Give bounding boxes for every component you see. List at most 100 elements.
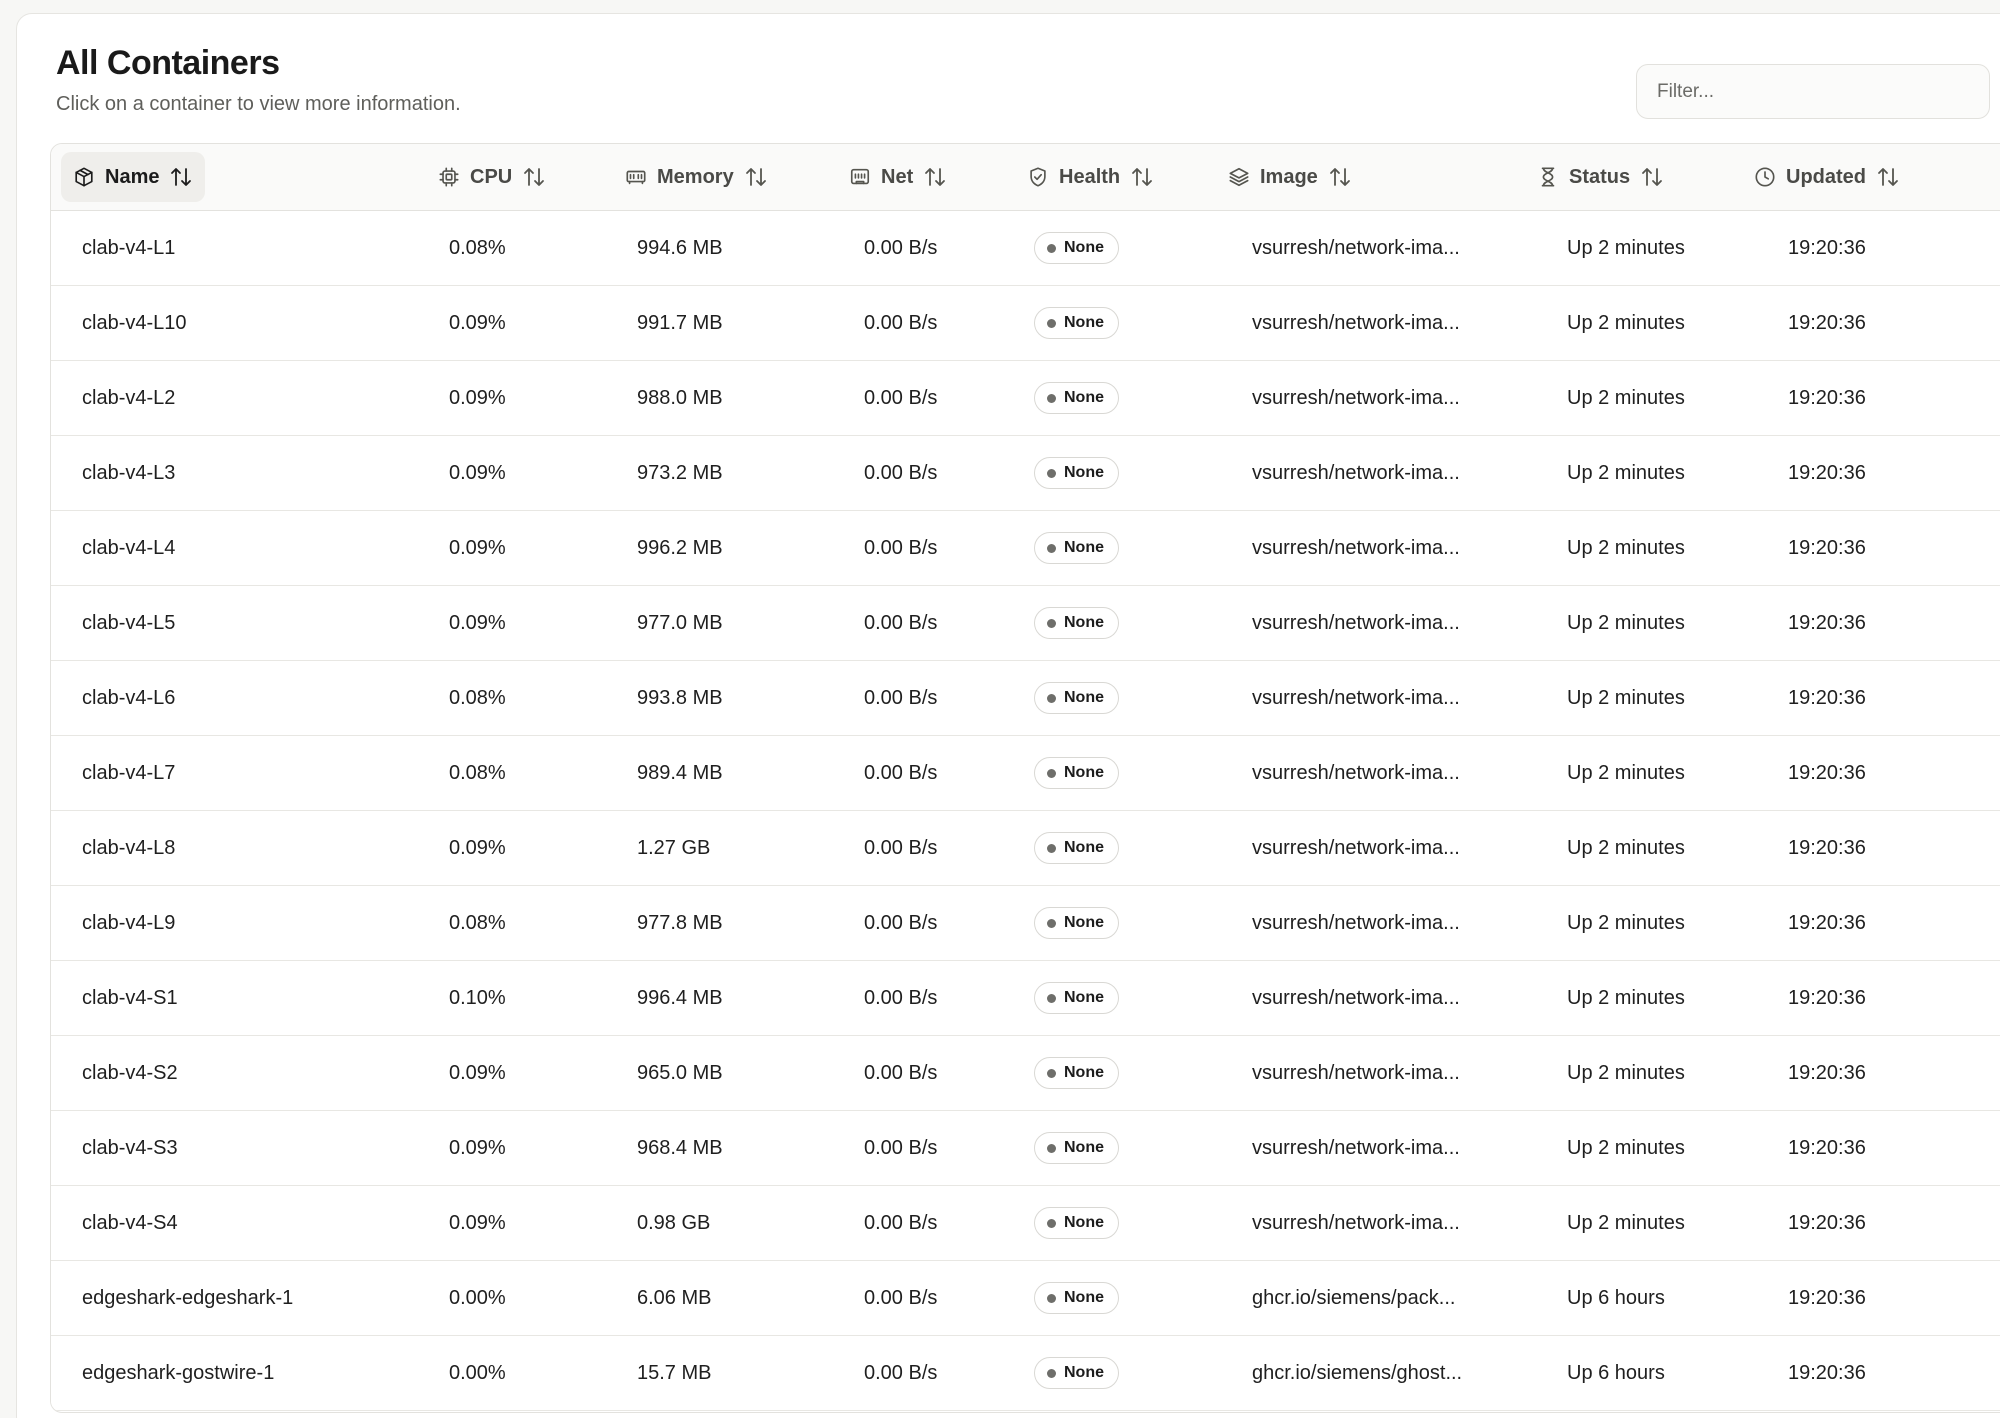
status-dot-icon xyxy=(1047,1368,1056,1378)
column-label: CPU xyxy=(470,165,513,188)
column-header-status[interactable]: Status xyxy=(1525,152,1676,202)
cell-image: vsurresh/network-ima... xyxy=(1252,536,1460,559)
cell-image: ghcr.io/siemens/ghost... xyxy=(1252,1361,1463,1384)
table-row[interactable]: edgeshark-gostwire-1 0.00% 15.7 MB 0.00 B/s… xyxy=(51,1336,2000,1411)
cell-updated: 19:20:36 xyxy=(1788,761,1866,784)
cell-status: Up 2 minutes xyxy=(1567,236,1685,259)
cell-health: None xyxy=(1034,736,1119,810)
column-header-image[interactable]: Image xyxy=(1216,152,1364,202)
sort-arrows-icon xyxy=(1642,168,1663,186)
table-row[interactable]: clab-v4-L6 0.08% 993.8 MB 0.00 B/s None vsurr… xyxy=(51,661,2000,736)
status-dot-icon xyxy=(1047,993,1056,1003)
cell-net: 0.00 B/s xyxy=(864,1211,938,1234)
column-header-name[interactable]: Name xyxy=(61,152,206,202)
cell-health: None xyxy=(1034,886,1119,960)
cell-net: 0.00 B/s xyxy=(864,386,938,409)
column-header-updated[interactable]: Updated xyxy=(1742,152,1912,202)
cell-cpu: 0.08% xyxy=(449,761,506,784)
cell-image: vsurresh/network-ima... xyxy=(1252,1136,1460,1159)
table-row[interactable]: clab-v4-S4 0.09% 0.98 GB 0.00 B/s None vsurre… xyxy=(51,1186,2000,1261)
cell-memory: 996.2 MB xyxy=(637,536,723,559)
cell-memory: 968.4 MB xyxy=(637,1136,723,1159)
filter-input[interactable] xyxy=(1636,64,1990,119)
table-row[interactable]: clab-v4-S3 0.09% 968.4 MB 0.00 B/s None vsurr… xyxy=(51,1111,2000,1186)
cell-memory: 1.27 GB xyxy=(637,836,711,859)
cell-updated: 19:20:36 xyxy=(1788,311,1866,334)
cell-health: None xyxy=(1034,436,1119,510)
cell-health: None xyxy=(1034,211,1119,285)
health-badge: None xyxy=(1034,832,1119,864)
cell-image: vsurresh/network-ima... xyxy=(1252,611,1460,634)
column-header-memory[interactable]: Memory xyxy=(613,152,780,202)
health-label: None xyxy=(1064,389,1104,406)
containers-table: Name CPU Memory Net Health Image Status Updated… xyxy=(50,143,2000,1413)
status-dot-icon xyxy=(1047,318,1056,328)
cell-memory: 991.7 MB xyxy=(637,311,723,334)
health-label: None xyxy=(1064,239,1104,256)
cell-health: None xyxy=(1034,1036,1119,1110)
table-row[interactable]: clab-v4-L2 0.09% 988.0 MB 0.00 B/s None vsurr… xyxy=(51,361,2000,436)
cell-image: vsurresh/network-ima... xyxy=(1252,236,1460,259)
health-label: None xyxy=(1064,1214,1104,1231)
table-row[interactable]: clab-v4-S1 0.10% 996.4 MB 0.00 B/s None vsurr… xyxy=(51,961,2000,1036)
cell-image: vsurresh/network-ima... xyxy=(1252,836,1460,859)
cell-memory: 996.4 MB xyxy=(637,986,723,1009)
cell-image: vsurresh/network-ima... xyxy=(1252,461,1460,484)
shield-icon xyxy=(1030,167,1046,187)
hourglass-icon xyxy=(1541,167,1555,187)
table-row[interactable]: clab-v4-S2 0.09% 965.0 MB 0.00 B/s None vsurr… xyxy=(51,1036,2000,1111)
cell-net: 0.00 B/s xyxy=(864,836,938,859)
cell-health: None xyxy=(1034,661,1119,735)
cell-name: edgeshark-edgeshark-1 xyxy=(82,1286,294,1309)
table-row[interactable]: clab-v4-L8 0.09% 1.27 GB 0.00 B/s None vsurre… xyxy=(51,811,2000,886)
column-header-cpu[interactable]: CPU xyxy=(426,152,558,202)
sort-arrows-icon xyxy=(925,168,946,186)
column-label: Name xyxy=(105,165,160,188)
cell-status: Up 2 minutes xyxy=(1567,686,1685,709)
sort-arrows-icon xyxy=(524,168,545,186)
sort-arrows-icon xyxy=(745,168,766,186)
table-row[interactable]: edgeshark-edgeshark-1 0.00% 6.06 MB 0.00 B/… xyxy=(51,1261,2000,1336)
table-row[interactable]: clab-v4-L4 0.09% 996.2 MB 0.00 B/s None vsurr… xyxy=(51,511,2000,586)
column-label: Image xyxy=(1260,165,1318,188)
cell-name: clab-v4-S2 xyxy=(82,1061,178,1084)
cell-name: clab-v4-L9 xyxy=(82,911,176,934)
cell-updated: 19:20:36 xyxy=(1788,1061,1866,1084)
health-badge: None xyxy=(1034,457,1119,489)
cell-memory: 988.0 MB xyxy=(637,386,723,409)
cell-status: Up 2 minutes xyxy=(1567,311,1685,334)
table-row[interactable]: clab-v4-L10 0.09% 991.7 MB 0.00 B/s None vsur… xyxy=(51,286,2000,361)
cell-name: clab-v4-S3 xyxy=(82,1136,178,1159)
health-badge: None xyxy=(1034,382,1119,414)
cpu-icon xyxy=(439,167,459,187)
column-header-health[interactable]: Health xyxy=(1015,152,1166,202)
cell-updated: 19:20:36 xyxy=(1788,911,1866,934)
cell-net: 0.00 B/s xyxy=(864,611,938,634)
cell-image: vsurresh/network-ima... xyxy=(1252,911,1460,934)
cell-updated: 19:20:36 xyxy=(1788,461,1866,484)
table-row[interactable]: clab-v4-L7 0.08% 989.4 MB 0.00 B/s None vsurr… xyxy=(51,736,2000,811)
status-dot-icon xyxy=(1047,693,1056,703)
cell-name: clab-v4-L6 xyxy=(82,686,176,709)
table-row[interactable]: clab-v4-L1 0.08% 994.6 MB 0.00 B/s None vsurr… xyxy=(51,211,2000,286)
cell-updated: 19:20:36 xyxy=(1788,1136,1866,1159)
box-icon xyxy=(75,167,93,187)
status-dot-icon xyxy=(1047,543,1056,553)
table-row[interactable]: clab-v4-L9 0.08% 977.8 MB 0.00 B/s None vsurr… xyxy=(51,886,2000,961)
status-dot-icon xyxy=(1047,1293,1056,1303)
cell-name: clab-v4-L8 xyxy=(82,836,176,859)
health-badge: None xyxy=(1034,1282,1119,1314)
status-dot-icon xyxy=(1047,843,1056,853)
cell-cpu: 0.09% xyxy=(449,611,506,634)
column-header-net[interactable]: Net xyxy=(837,152,959,202)
cell-memory: 977.8 MB xyxy=(637,911,723,934)
cell-net: 0.00 B/s xyxy=(864,1136,938,1159)
cell-memory: 0.98 GB xyxy=(637,1211,711,1234)
cell-name: clab-v4-L5 xyxy=(82,611,176,634)
cell-status: Up 2 minutes xyxy=(1567,836,1685,859)
cell-net: 0.00 B/s xyxy=(864,461,938,484)
table-row[interactable]: clab-v4-L3 0.09% 973.2 MB 0.00 B/s None vsurr… xyxy=(51,436,2000,511)
cell-health: None xyxy=(1034,286,1119,360)
column-label: Net xyxy=(881,165,914,188)
table-row[interactable]: clab-v4-L5 0.09% 977.0 MB 0.00 B/s None vsurr… xyxy=(51,586,2000,661)
